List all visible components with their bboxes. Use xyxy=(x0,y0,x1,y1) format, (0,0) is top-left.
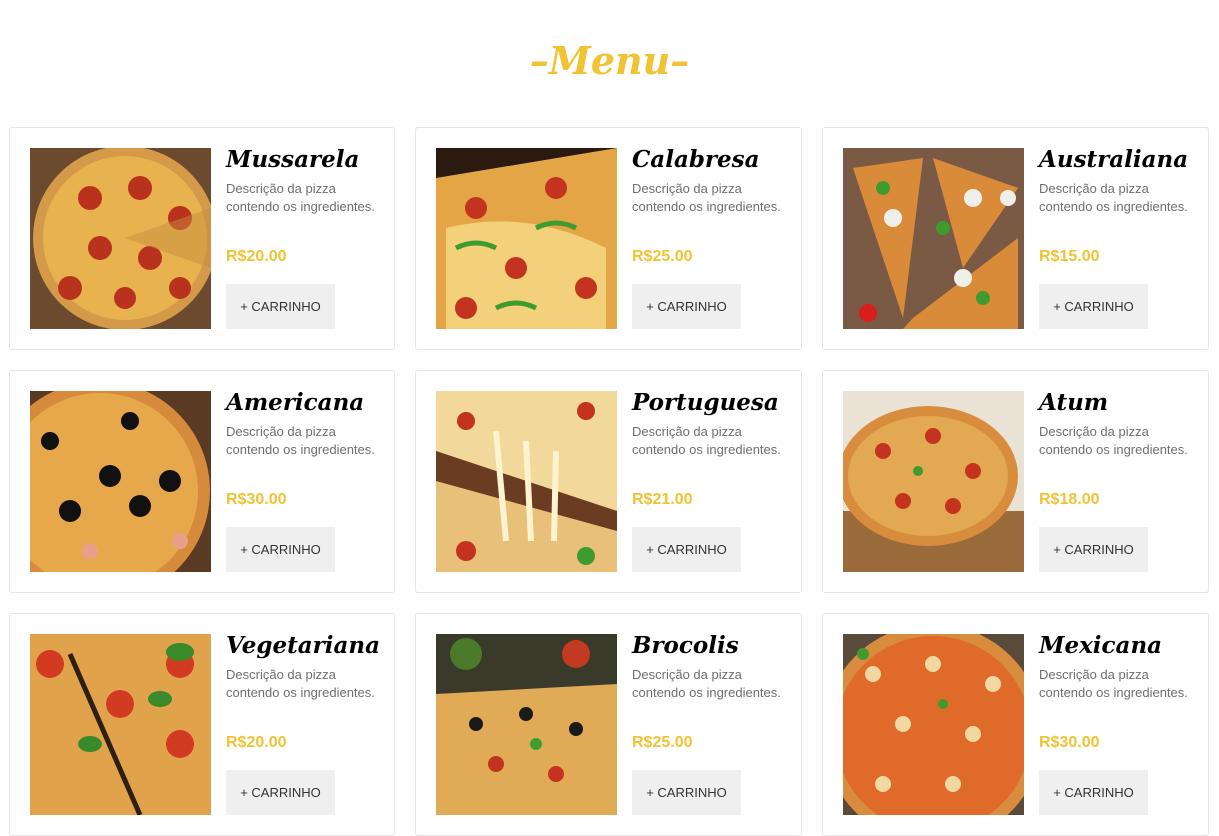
pizza-description: Descrição da pizza contendo os ingredien… xyxy=(1039,180,1188,214)
menu-title: –Menu– xyxy=(529,38,690,83)
pizza-description: Descrição da pizza contendo os ingredien… xyxy=(632,423,781,457)
add-to-cart-button[interactable]: + CARRINHO xyxy=(632,770,741,815)
pizza-card: Brocolis Descrição da pizza contendo os … xyxy=(415,613,802,836)
add-to-cart-button[interactable]: + CARRINHO xyxy=(226,284,335,329)
pizza-card: Atum Descrição da pizza contendo os ingr… xyxy=(822,370,1209,593)
add-to-cart-button[interactable]: + CARRINHO xyxy=(632,284,741,329)
pizza-description: Descrição da pizza contendo os ingredien… xyxy=(632,666,781,700)
pizza-description: Descrição da pizza contendo os ingredien… xyxy=(226,666,375,700)
add-to-cart-button[interactable]: + CARRINHO xyxy=(1039,770,1148,815)
pizza-name: Calabresa xyxy=(632,146,760,173)
pizza-card: Americana Descrição da pizza contendo os… xyxy=(9,370,395,593)
pizza-price: R$20.00 xyxy=(226,734,287,751)
pizza-description: Descrição da pizza contendo os ingredien… xyxy=(632,180,781,214)
pizza-name: Australiana xyxy=(1039,146,1189,173)
pizza-image xyxy=(843,391,1024,572)
add-to-cart-button[interactable]: + CARRINHO xyxy=(226,770,335,815)
pizza-name: Brocolis xyxy=(632,632,739,659)
add-to-cart-button[interactable]: + CARRINHO xyxy=(226,527,335,572)
pizza-name: Vegetariana xyxy=(226,632,380,659)
pizza-card: Mexicana Descrição da pizza contendo os … xyxy=(822,613,1209,836)
pizza-image xyxy=(30,391,211,572)
pizza-price: R$18.00 xyxy=(1039,491,1100,508)
pizza-image xyxy=(436,391,617,572)
pizza-image xyxy=(30,148,211,329)
pizza-description: Descrição da pizza contendo os ingredien… xyxy=(226,423,375,457)
pizza-name: Mexicana xyxy=(1039,632,1163,659)
add-to-cart-button[interactable]: + CARRINHO xyxy=(632,527,741,572)
pizza-name: Americana xyxy=(226,389,365,416)
pizza-grid: Mussarela Descrição da pizza contendo os… xyxy=(9,127,1209,836)
pizza-card: Vegetariana Descrição da pizza contendo … xyxy=(9,613,395,836)
pizza-price: R$30.00 xyxy=(1039,734,1100,751)
pizza-card: Mussarela Descrição da pizza contendo os… xyxy=(9,127,395,350)
pizza-card: Calabresa Descrição da pizza contendo os… xyxy=(415,127,802,350)
pizza-name: Portuguesa xyxy=(632,389,779,416)
pizza-image xyxy=(30,634,211,815)
pizza-name: Mussarela xyxy=(226,146,360,173)
pizza-card: Australiana Descrição da pizza contendo … xyxy=(822,127,1209,350)
pizza-description: Descrição da pizza contendo os ingredien… xyxy=(1039,423,1188,457)
pizza-image xyxy=(843,634,1024,815)
pizza-price: R$20.00 xyxy=(226,248,287,265)
pizza-image xyxy=(436,634,617,815)
pizza-price: R$25.00 xyxy=(632,248,693,265)
add-to-cart-button[interactable]: + CARRINHO xyxy=(1039,527,1148,572)
pizza-image xyxy=(843,148,1024,329)
pizza-price: R$25.00 xyxy=(632,734,693,751)
pizza-card: Portuguesa Descrição da pizza contendo o… xyxy=(415,370,802,593)
pizza-image xyxy=(436,148,617,329)
pizza-price: R$30.00 xyxy=(226,491,287,508)
pizza-name: Atum xyxy=(1039,389,1109,416)
pizza-description: Descrição da pizza contendo os ingredien… xyxy=(1039,666,1188,700)
pizza-price: R$21.00 xyxy=(632,491,693,508)
pizza-price: R$15.00 xyxy=(1039,248,1100,265)
add-to-cart-button[interactable]: + CARRINHO xyxy=(1039,284,1148,329)
pizza-description: Descrição da pizza contendo os ingredien… xyxy=(226,180,375,214)
